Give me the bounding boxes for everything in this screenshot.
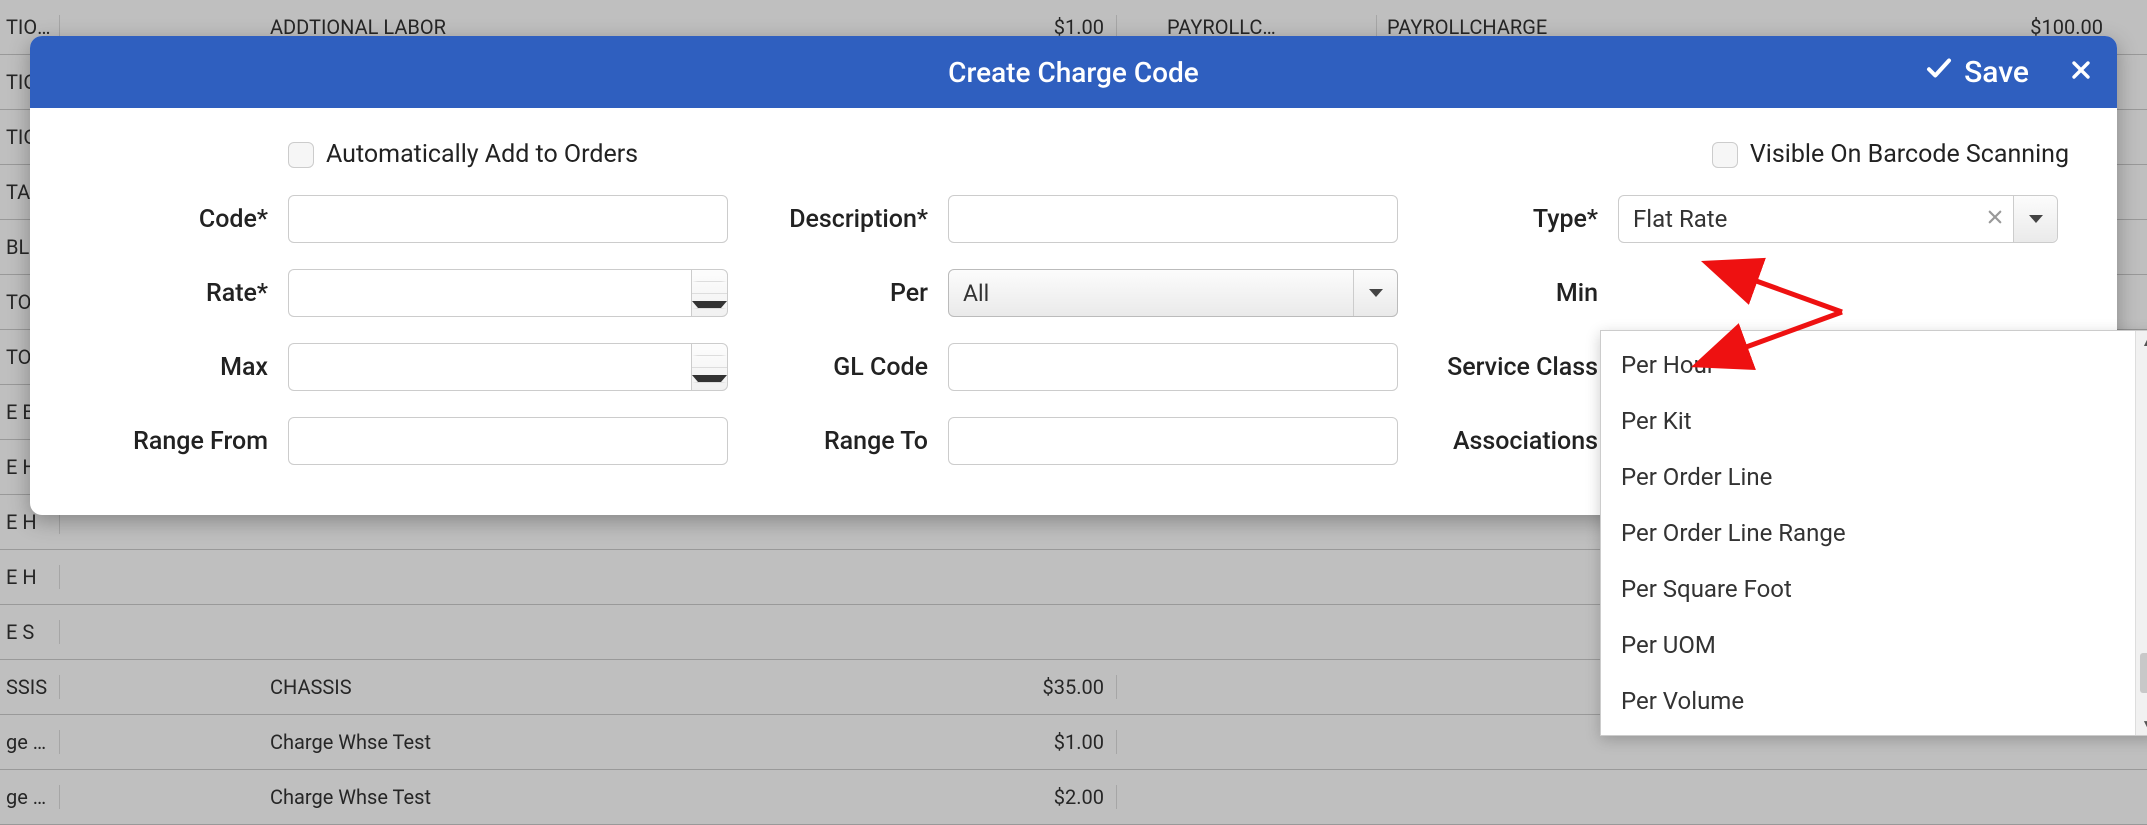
associations-label: Associations <box>1398 427 1618 456</box>
type-option[interactable]: Per Order Line Range <box>1601 505 2135 561</box>
glcode-label: GL Code <box>728 353 948 382</box>
save-label: Save <box>1964 55 2029 90</box>
description-input[interactable] <box>948 195 1398 243</box>
type-option[interactable]: Per Hour <box>1601 337 2135 393</box>
chevron-down-icon <box>1369 289 1383 297</box>
spinner-up[interactable] <box>692 270 727 294</box>
type-clear-button[interactable] <box>1977 207 2013 232</box>
per-selected-value: All <box>949 280 1353 307</box>
scroll-thumb[interactable] <box>2140 653 2147 693</box>
spinner-down[interactable] <box>692 368 727 391</box>
type-dropdown-list[interactable]: Per HourPer KitPer Order LinePer Order L… <box>1600 330 2147 736</box>
range-from-input[interactable] <box>288 417 728 465</box>
code-input[interactable] <box>288 195 728 243</box>
type-label: Type* <box>1398 205 1618 234</box>
rate-label: Rate* <box>78 279 288 308</box>
modal-title: Create Charge Code <box>948 56 1199 89</box>
max-label: Max <box>78 353 288 382</box>
range-to-input[interactable] <box>948 417 1398 465</box>
type-option[interactable]: Per Volume <box>1601 673 2135 729</box>
type-selected-value: Flat Rate <box>1619 205 1977 233</box>
table-row: ge WhCharge Whse Test$2.00 <box>0 770 2147 825</box>
scroll-down-icon: ▼ <box>2142 713 2147 735</box>
chevron-up-icon <box>692 355 727 356</box>
check-icon <box>1924 53 1954 91</box>
type-option[interactable]: Per UOM <box>1601 617 2135 673</box>
range-to-label: Range To <box>728 427 948 456</box>
description-label: Description* <box>728 205 948 234</box>
per-select[interactable]: All <box>948 269 1398 317</box>
visible-barcode-label: Visible On Barcode Scanning <box>1750 140 2069 169</box>
range-from-label: Range From <box>78 427 288 456</box>
type-option[interactable]: Per Kit <box>1601 393 2135 449</box>
type-option[interactable]: Per Square Foot <box>1601 561 2135 617</box>
per-dropdown-button[interactable] <box>1353 270 1397 316</box>
modal-header: Create Charge Code Save <box>30 36 2117 108</box>
rate-spinner[interactable] <box>691 269 728 317</box>
service-class-label: Service Class <box>1398 353 1618 382</box>
chevron-down-icon <box>692 301 727 309</box>
scroll-up-icon: ▲ <box>2142 331 2147 353</box>
code-label: Code* <box>78 205 288 234</box>
checkbox-icon <box>1712 142 1738 168</box>
type-dropdown-button[interactable] <box>2013 196 2057 242</box>
spinner-down[interactable] <box>692 294 727 317</box>
type-combobox[interactable]: Flat Rate <box>1618 195 2058 243</box>
chevron-down-icon <box>692 375 727 383</box>
save-button[interactable]: Save <box>1924 53 2029 91</box>
checkbox-icon <box>288 142 314 168</box>
spinner-up[interactable] <box>692 344 727 368</box>
chevron-up-icon <box>692 281 727 282</box>
close-button[interactable] <box>2069 55 2093 90</box>
min-label: Min <box>1398 279 1618 308</box>
chevron-down-icon <box>2029 215 2043 223</box>
close-icon <box>2069 55 2093 90</box>
per-label: Per <box>728 279 948 308</box>
auto-add-checkbox[interactable]: Automatically Add to Orders <box>288 140 638 169</box>
max-input[interactable] <box>288 343 691 391</box>
dropdown-scrollbar[interactable]: ▲ ▼ <box>2135 331 2147 735</box>
type-option[interactable]: Per Order Line <box>1601 449 2135 505</box>
max-spinner[interactable] <box>691 343 728 391</box>
auto-add-label: Automatically Add to Orders <box>326 140 638 169</box>
glcode-input[interactable] <box>948 343 1398 391</box>
visible-barcode-checkbox[interactable]: Visible On Barcode Scanning <box>1712 140 2069 169</box>
rate-input[interactable] <box>288 269 691 317</box>
